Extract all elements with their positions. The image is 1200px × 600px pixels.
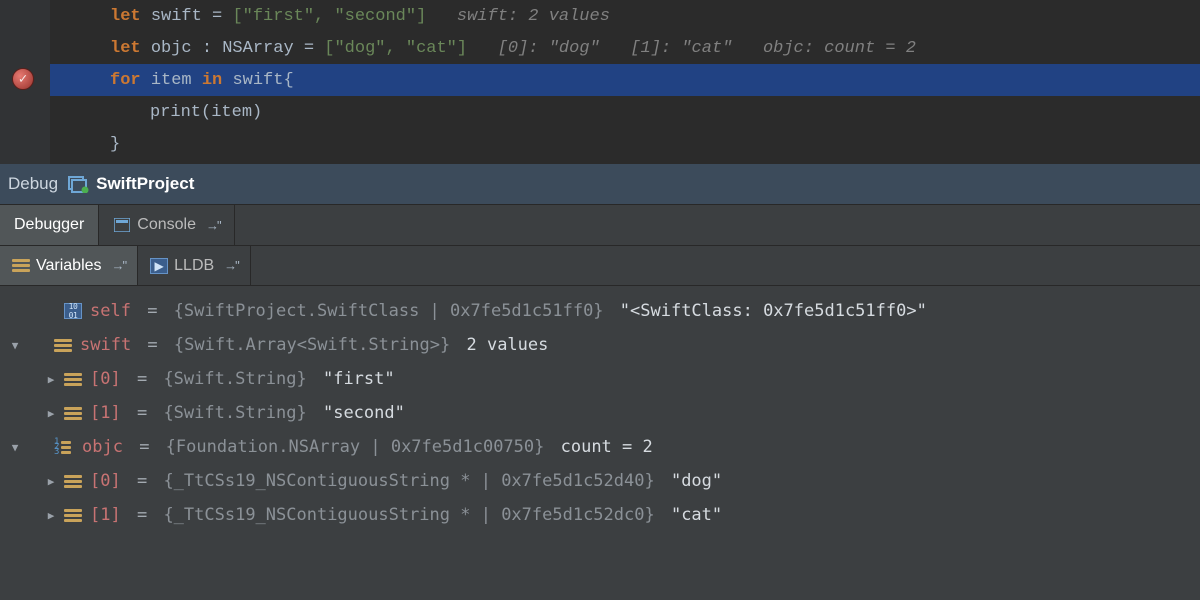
code-area[interactable]: let swift = ["first", "second"] swift: 2… [50, 0, 1200, 164]
code-line-current[interactable]: for item in swift { [50, 64, 1200, 96]
variable-row-swift[interactable]: ▼ swift = {Swift.Array<Swift.String>} 2 … [0, 328, 1200, 362]
variable-row[interactable]: ▶ [1] = {_TtCSs19_NSContiguousString * |… [0, 498, 1200, 532]
equals: = [129, 437, 160, 457]
var-type: {SwiftProject.SwiftClass | 0x7fe5d1c51ff… [174, 301, 604, 321]
equals: = [137, 301, 168, 321]
var-type: {_TtCSs19_NSContiguousString * | 0x7fe5d… [163, 471, 654, 491]
identifier: swift [151, 7, 202, 26]
var-name: [1] [90, 505, 121, 525]
tab-label: Debugger [14, 216, 84, 234]
array-icon [64, 405, 82, 421]
var-value: "cat" [661, 505, 722, 525]
chevron-right-icon[interactable]: ▶ [44, 373, 58, 386]
identifier: objc [151, 39, 192, 58]
keyword: let [110, 39, 141, 58]
equals: = [127, 471, 158, 491]
identifier: swift [232, 71, 283, 90]
brace: } [110, 135, 120, 154]
var-type: {Swift.Array<Swift.String>} [174, 335, 450, 355]
equals: = [127, 369, 158, 389]
array-icon [54, 337, 72, 353]
tab-console[interactable]: Console →" [99, 205, 234, 245]
lldb-icon: ▶ [150, 258, 168, 274]
pin-icon[interactable]: →" [112, 258, 126, 273]
editor-gutter[interactable]: ✓ [0, 0, 50, 164]
var-value: "dog" [661, 471, 722, 491]
nsarray-icon: 123 [54, 439, 74, 455]
var-type: {Swift.String} [163, 403, 306, 423]
debug-label: Debug [8, 174, 58, 194]
debug-bar: Debug SwiftProject [0, 164, 1200, 204]
chevron-down-icon[interactable]: ▼ [8, 339, 22, 352]
subtab-variables[interactable]: Variables →" [0, 246, 138, 285]
keyword: in [202, 71, 222, 90]
equals: = [137, 335, 168, 355]
string-literal: ["first", "second"] [232, 7, 426, 26]
colon: : [202, 39, 212, 58]
var-type: {Swift.String} [163, 369, 306, 389]
variables-pane[interactable]: 1001 self = {SwiftProject.SwiftClass | 0… [0, 286, 1200, 600]
args: (item) [201, 103, 262, 122]
var-name: objc [82, 437, 123, 457]
variables-icon [12, 259, 30, 273]
chevron-right-icon[interactable]: ▶ [44, 475, 58, 488]
tab-label: Console [137, 216, 196, 234]
var-value: "second" [313, 403, 405, 423]
brace: { [283, 71, 293, 90]
array-icon [64, 473, 82, 489]
code-line[interactable]: let objc : NSArray = ["dog", "cat"] [0]:… [50, 32, 1200, 64]
variable-row[interactable]: ▶ [0] = {Swift.String} "first" [0, 362, 1200, 396]
code-line[interactable]: } [50, 128, 1200, 160]
string-literal: ["dog", "cat"] [324, 39, 467, 58]
pin-icon[interactable]: →" [224, 258, 238, 273]
var-name: [0] [90, 369, 121, 389]
inline-hint: swift: 2 values [457, 7, 610, 26]
chevron-down-icon[interactable]: ▼ [8, 441, 22, 454]
array-icon [64, 371, 82, 387]
var-value: count = 2 [550, 437, 652, 457]
variable-row[interactable]: ▶ [1] = {Swift.String} "second" [0, 396, 1200, 430]
subtab-label: LLDB [174, 257, 214, 275]
identifier: item [151, 71, 192, 90]
object-icon: 1001 [64, 303, 82, 319]
run-config-icon [66, 174, 90, 194]
var-type: {_TtCSs19_NSContiguousString * | 0x7fe5d… [163, 505, 654, 525]
function-call: print [150, 103, 201, 122]
chevron-right-icon[interactable]: ▶ [44, 509, 58, 522]
var-name: swift [80, 335, 131, 355]
code-line[interactable]: print (item) [50, 96, 1200, 128]
var-type: {Foundation.NSArray | 0x7fe5d1c00750} [166, 437, 545, 457]
var-value: "<SwiftClass: 0x7fe5d1c51ff0>" [610, 301, 927, 321]
operator: = [212, 7, 222, 26]
variable-row[interactable]: ▶ [0] = {_TtCSs19_NSContiguousString * |… [0, 464, 1200, 498]
console-icon [113, 216, 131, 234]
var-name: [1] [90, 403, 121, 423]
var-name: [0] [90, 471, 121, 491]
subtab-lldb[interactable]: ▶ LLDB →" [138, 246, 251, 285]
operator: = [304, 39, 314, 58]
debug-subtabs: Variables →" ▶ LLDB →" [0, 246, 1200, 286]
var-name: self [90, 301, 131, 321]
type: NSArray [222, 39, 293, 58]
subtab-label: Variables [36, 257, 102, 275]
variable-row-self[interactable]: 1001 self = {SwiftProject.SwiftClass | 0… [0, 294, 1200, 328]
equals: = [127, 403, 158, 423]
chevron-right-icon[interactable]: ▶ [44, 407, 58, 420]
debug-tabs: Debugger Console →" [0, 204, 1200, 246]
tab-debugger[interactable]: Debugger [0, 205, 99, 245]
inline-hint: [0]: "dog" [1]: "cat" objc: count = 2 [498, 39, 916, 58]
array-icon [64, 507, 82, 523]
keyword: let [110, 7, 141, 26]
pin-icon[interactable]: →" [206, 218, 220, 233]
var-value: 2 values [456, 335, 548, 355]
code-editor[interactable]: ✓ let swift = ["first", "second"] swift:… [0, 0, 1200, 164]
keyword: for [110, 71, 141, 90]
breakpoint-icon[interactable]: ✓ [12, 68, 34, 90]
var-value: "first" [313, 369, 395, 389]
project-name: SwiftProject [96, 174, 194, 194]
code-line[interactable]: let swift = ["first", "second"] swift: 2… [50, 0, 1200, 32]
equals: = [127, 505, 158, 525]
variable-row-objc[interactable]: ▼ 123 objc = {Foundation.NSArray | 0x7fe… [0, 430, 1200, 464]
